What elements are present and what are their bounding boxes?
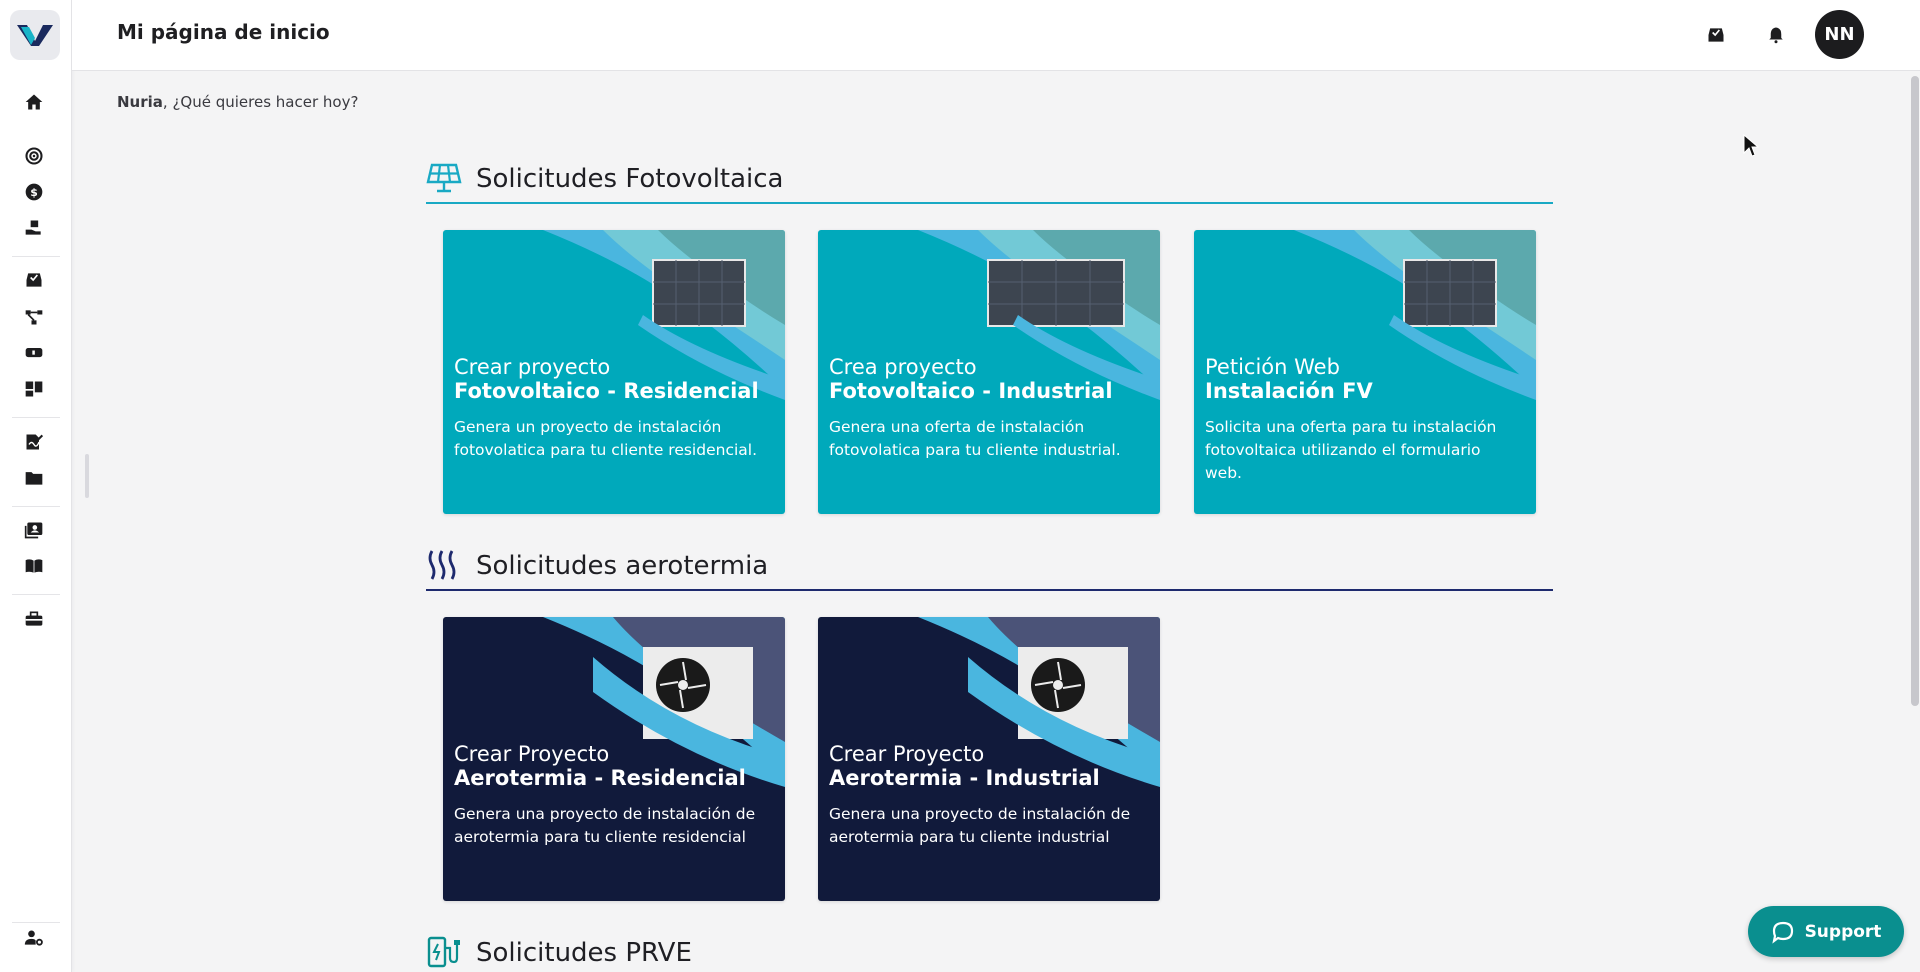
section-fotovoltaica: Solicitudes Fotovoltaica <box>426 154 1553 204</box>
card-subtitle: Aerotermia - Residencial <box>454 766 746 790</box>
card-title: Crea proyecto <box>829 355 977 379</box>
sidebar-divider <box>12 594 60 595</box>
chat-bubble-icon <box>1771 921 1793 944</box>
mouse-cursor-icon <box>1743 134 1759 157</box>
book-icon[interactable] <box>22 554 46 578</box>
home-icon[interactable] <box>22 90 46 114</box>
app-logo[interactable] <box>10 10 60 60</box>
svg-text:$: $ <box>30 186 38 199</box>
card-description: Solicita una oferta para tu instalación … <box>1205 418 1497 482</box>
flow-icon[interactable] <box>22 305 46 329</box>
tasks-inbox-icon[interactable] <box>1703 22 1729 48</box>
sidebar: $ <box>0 0 72 972</box>
dollar-icon[interactable]: $ <box>22 180 46 204</box>
sidebar-divider <box>12 922 60 923</box>
card-subtitle: Fotovoltaico - Residencial <box>454 379 759 403</box>
greeting-name: Nuria <box>117 93 163 111</box>
section-divider <box>426 202 1553 204</box>
card-description: Genera una oferta de instalación fotovol… <box>829 418 1121 459</box>
support-label: Support <box>1804 921 1882 942</box>
card-title: Crear Proyecto <box>454 742 610 766</box>
card-fv-peticion-web[interactable]: Petición Web Instalación FV Solicita una… <box>1194 230 1536 514</box>
greeting-text: , ¿Qué quieres hacer hoy? <box>162 93 359 111</box>
section-prve: Solicitudes PRVE <box>426 928 1553 972</box>
section-title: Solicitudes PRVE <box>476 938 692 968</box>
card-aero-residencial[interactable]: Crear Proyecto Aerotermia - Residencial … <box>443 617 785 901</box>
contacts-icon[interactable] <box>22 518 46 542</box>
card-fv-residencial[interactable]: Crear proyecto Fotovoltaico - Residencia… <box>443 230 785 514</box>
sidebar-divider <box>12 506 60 507</box>
section-title: Solicitudes Fotovoltaica <box>476 164 784 194</box>
card-title: Petición Web <box>1205 355 1340 379</box>
card-title: Crear Proyecto <box>829 742 985 766</box>
card-description: Genera un proyecto de instalación fotovo… <box>454 418 757 459</box>
heat-waves-icon <box>428 550 456 580</box>
toolbox-icon[interactable] <box>22 607 46 631</box>
section-divider <box>426 589 1553 591</box>
truck-icon[interactable] <box>22 341 46 365</box>
card-subtitle: Instalación FV <box>1205 379 1373 403</box>
sidebar-resize-handle[interactable] <box>85 454 89 498</box>
section-aerotermia: Solicitudes aerotermia <box>426 541 1553 591</box>
card-title: Crear proyecto <box>454 355 611 379</box>
sidebar-divider <box>12 256 60 257</box>
card-description: Genera una proyecto de instalación de ae… <box>829 805 1131 846</box>
logo-icon <box>17 25 53 46</box>
card-fv-industrial[interactable]: Crea proyecto Fotovoltaico - Industrial … <box>818 230 1160 514</box>
top-header: Mi página de inicio NN <box>72 0 1920 71</box>
section-title: Solicitudes aerotermia <box>476 551 769 581</box>
card-description: Genera una proyecto de instalación de ae… <box>454 805 756 846</box>
hand-box-icon[interactable] <box>22 216 46 240</box>
ev-charger-icon <box>427 936 460 968</box>
sign-doc-icon[interactable] <box>22 430 46 454</box>
support-button[interactable]: Support <box>1748 906 1904 957</box>
folder-icon[interactable] <box>22 466 46 490</box>
card-aero-industrial[interactable]: Crear Proyecto Aerotermia - Industrial G… <box>818 617 1160 901</box>
user-settings-icon[interactable] <box>22 926 46 950</box>
greeting: Nuria, ¿Qué quieres hacer hoy? <box>117 93 358 111</box>
page-title: Mi página de inicio <box>117 20 330 44</box>
dashboard-icon[interactable] <box>22 377 46 401</box>
card-subtitle: Aerotermia - Industrial <box>829 766 1100 790</box>
bell-icon[interactable] <box>1763 22 1789 48</box>
page-scrollbar[interactable] <box>1911 76 1919 706</box>
sidebar-divider <box>12 417 60 418</box>
target-icon[interactable] <box>22 144 46 168</box>
solar-panel-icon <box>426 163 462 193</box>
inbox-check-icon[interactable] <box>22 268 46 292</box>
card-subtitle: Fotovoltaico - Industrial <box>829 379 1113 403</box>
user-avatar[interactable]: NN <box>1815 10 1864 59</box>
